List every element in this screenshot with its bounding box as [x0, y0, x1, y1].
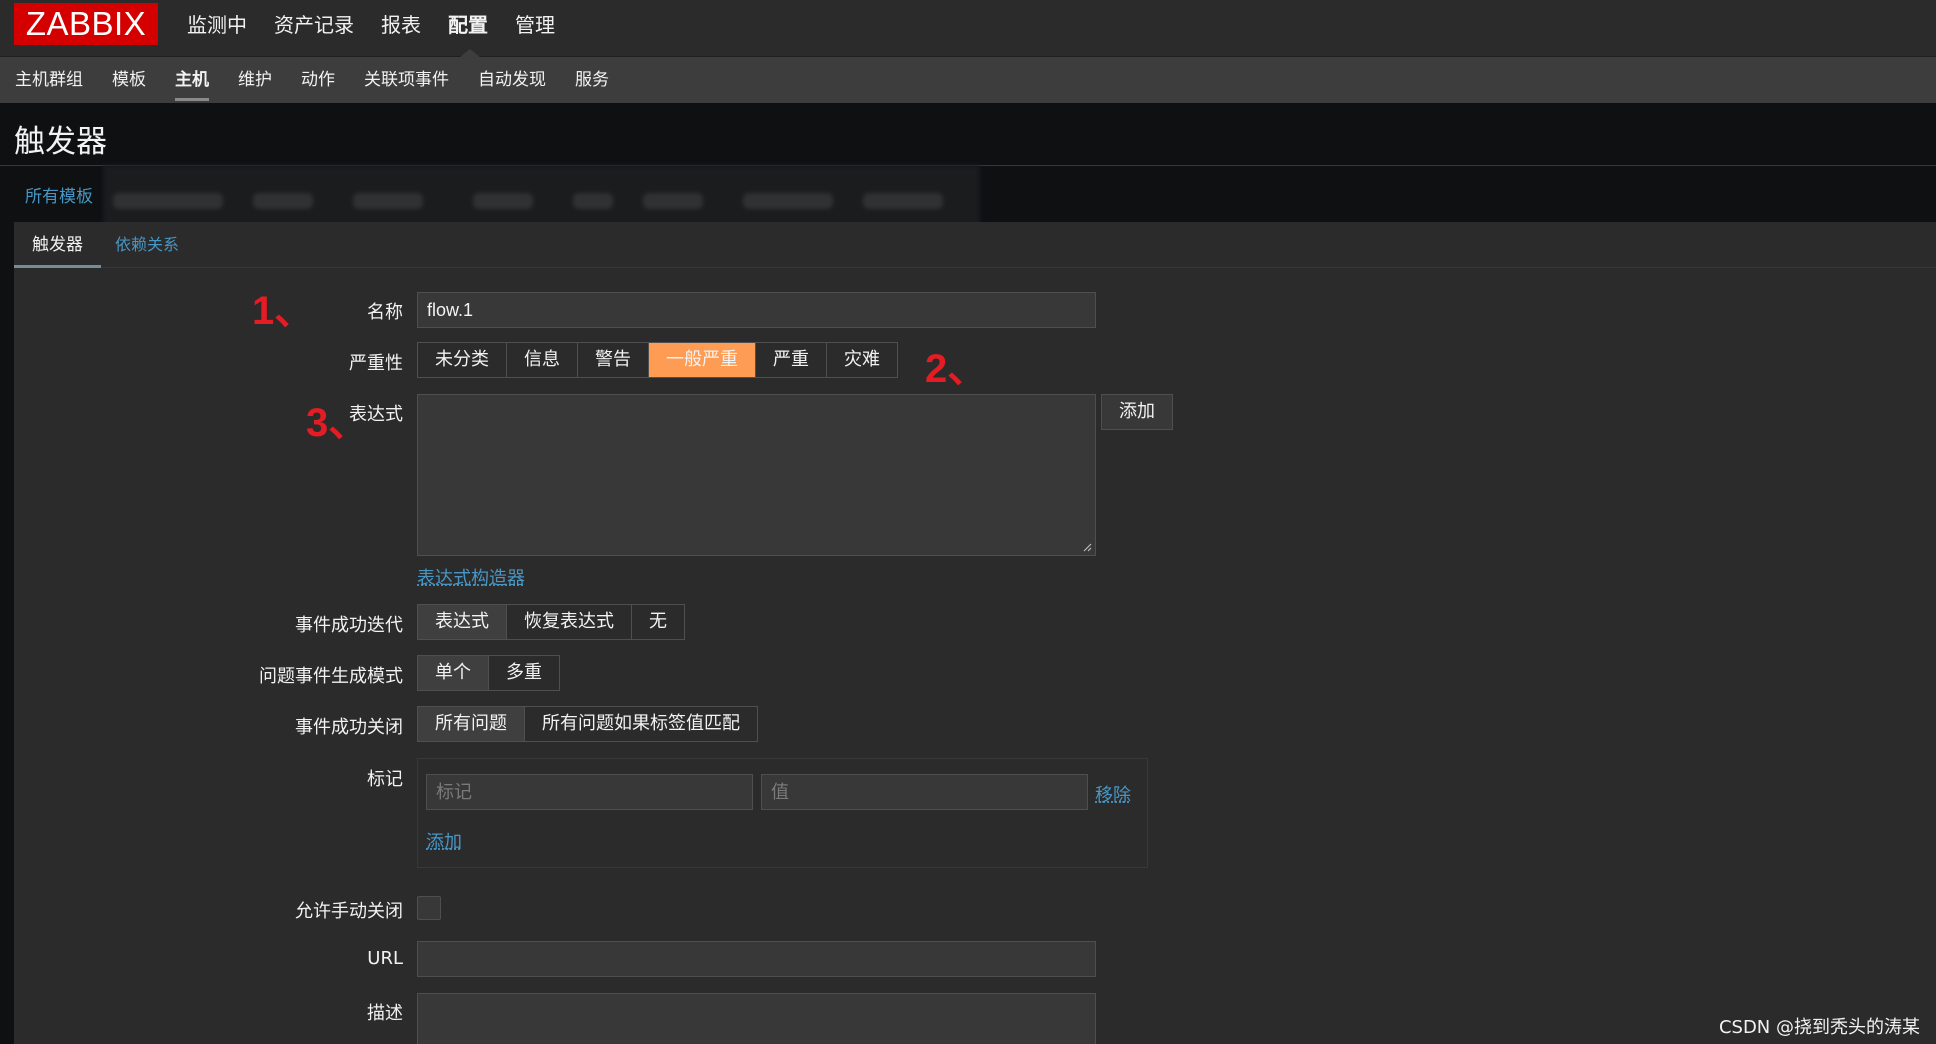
- ok-event-selector: 表达式 恢复表达式 无: [417, 604, 685, 640]
- expression-label: 表达式: [349, 404, 403, 425]
- submenu-maintenance[interactable]: 维护: [238, 57, 272, 103]
- submenu-discovery[interactable]: 自动发现: [478, 57, 546, 103]
- tab-triggers[interactable]: 触发器: [14, 222, 101, 268]
- tag-add-link[interactable]: 添加: [426, 828, 462, 854]
- form-tabs: 触发器 依赖关系: [14, 222, 1936, 268]
- ok-event-label: 事件成功迭代: [295, 615, 403, 636]
- ok-close-tag-match[interactable]: 所有问题如果标签值匹配: [525, 707, 757, 741]
- ok-close-all-problems[interactable]: 所有问题: [418, 707, 525, 741]
- name-input[interactable]: flow.1: [417, 292, 1096, 328]
- ok-event-recovery-expression[interactable]: 恢复表达式: [507, 605, 632, 639]
- expression-add-button[interactable]: 添加: [1101, 394, 1173, 430]
- tag-remove-link[interactable]: 移除: [1095, 781, 1131, 807]
- expression-textarea[interactable]: [417, 394, 1096, 556]
- menu-reports[interactable]: 报表: [381, 0, 436, 50]
- page-header: 触发器: [0, 103, 1936, 165]
- description-label: 描述: [367, 1003, 403, 1024]
- severity-label: 严重性: [349, 353, 403, 374]
- top-navigation: ZABBIX 监测中 资产记录 报表 配置 管理: [0, 0, 1936, 57]
- zabbix-logo[interactable]: ZABBIX: [14, 3, 158, 45]
- problem-mode-label: 问题事件生成模式: [259, 666, 403, 687]
- breadcrumb-all-templates[interactable]: 所有模板: [25, 182, 93, 207]
- submenu-hosts[interactable]: 主机: [175, 57, 209, 103]
- tag-name-input[interactable]: 标记: [426, 774, 753, 810]
- url-input[interactable]: [417, 941, 1096, 977]
- page-title: 触发器: [14, 124, 107, 160]
- severity-information[interactable]: 信息: [507, 343, 578, 377]
- submenu-services[interactable]: 服务: [575, 57, 609, 103]
- annotation-2: 2、: [925, 347, 988, 391]
- menu-administration[interactable]: 管理: [515, 0, 570, 50]
- name-label: 名称: [367, 302, 403, 323]
- severity-disaster[interactable]: 灾难: [827, 343, 897, 377]
- severity-high[interactable]: 严重: [756, 343, 827, 377]
- menu-configuration[interactable]: 配置: [448, 0, 503, 57]
- tags-label: 标记: [367, 769, 403, 790]
- menu-inventory[interactable]: 资产记录: [274, 0, 369, 50]
- severity-average[interactable]: 一般严重: [649, 343, 756, 377]
- description-textarea[interactable]: [417, 993, 1096, 1044]
- submenu-correlation[interactable]: 关联项事件: [364, 57, 449, 103]
- severity-selector: 未分类 信息 警告 一般严重 严重 灾难: [417, 342, 898, 378]
- problem-mode-single[interactable]: 单个: [418, 656, 489, 690]
- tab-dependencies[interactable]: 依赖关系: [115, 222, 179, 268]
- url-label: URL: [367, 948, 403, 969]
- expression-builder-link[interactable]: 表达式构造器: [417, 564, 525, 590]
- left-margin: [0, 222, 14, 1044]
- tag-value-input[interactable]: 值: [761, 774, 1088, 810]
- ok-close-label: 事件成功关闭: [295, 717, 403, 738]
- resize-handle-icon[interactable]: [1082, 542, 1092, 552]
- problem-mode-selector: 单个 多重: [417, 655, 560, 691]
- ok-event-expression[interactable]: 表达式: [418, 605, 507, 639]
- severity-not-classified[interactable]: 未分类: [418, 343, 507, 377]
- watermark: CSDN @挠到秃头的涛某: [1718, 1017, 1920, 1038]
- menu-monitoring[interactable]: 监测中: [187, 0, 262, 50]
- manual-close-label: 允许手动关闭: [295, 901, 403, 922]
- sub-navigation: 主机群组 模板 主机 维护 动作 关联项事件 自动发现 服务: [0, 57, 1936, 103]
- manual-close-checkbox[interactable]: [417, 896, 441, 920]
- problem-mode-multiple[interactable]: 多重: [489, 656, 559, 690]
- ok-close-selector: 所有问题 所有问题如果标签值匹配: [417, 706, 758, 742]
- ok-event-none[interactable]: 无: [632, 605, 684, 639]
- main-menu: 监测中 资产记录 报表 配置 管理: [187, 0, 582, 57]
- submenu-templates[interactable]: 模板: [112, 57, 146, 103]
- severity-warning[interactable]: 警告: [578, 343, 649, 377]
- submenu-actions[interactable]: 动作: [301, 57, 335, 103]
- submenu-host-groups[interactable]: 主机群组: [15, 57, 83, 103]
